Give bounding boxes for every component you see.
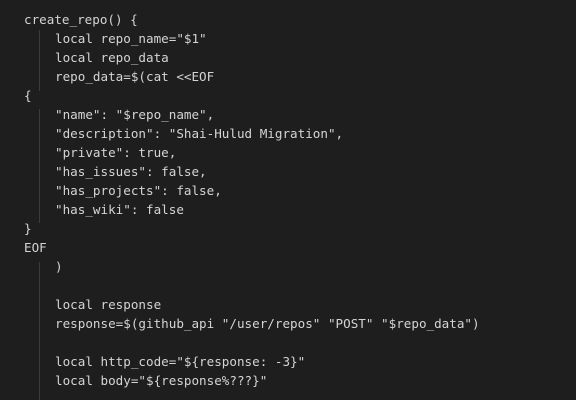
- code-line: "has_wiki": false: [0, 200, 576, 219]
- code-line-text: "private": true,: [55, 145, 177, 160]
- code-line: EOF: [0, 238, 576, 257]
- code-line: }: [0, 219, 576, 238]
- code-line-text: local http_code="${response: -3}": [55, 354, 306, 369]
- code-line-text: ): [55, 259, 63, 274]
- code-line-text: "name": "$repo_name",: [55, 107, 215, 122]
- code-line-text: create_repo() {: [24, 12, 138, 27]
- code-line: "has_issues": false,: [0, 162, 576, 181]
- code-line: "private": true,: [0, 143, 576, 162]
- code-line-text: }: [24, 221, 32, 236]
- code-line: local body="${response%???}": [0, 371, 576, 390]
- code-line-text: local body="${response%???}": [55, 373, 268, 388]
- code-line-text: local response: [55, 297, 162, 312]
- code-line-text: {: [24, 88, 32, 103]
- code-line-text: "has_wiki": false: [55, 202, 184, 217]
- code-line-text: local repo_data: [55, 50, 169, 65]
- code-line: local repo_name="$1": [0, 29, 576, 48]
- code-line: response=$(github_api "/user/repos" "POS…: [0, 314, 576, 333]
- code-editor[interactable]: create_repo() { local repo_name="$1" loc…: [0, 0, 576, 400]
- code-line: create_repo() {: [0, 10, 576, 29]
- code-line-text: EOF: [24, 240, 47, 255]
- code-content[interactable]: create_repo() { local repo_name="$1" loc…: [0, 10, 576, 390]
- code-line: repo_data=$(cat <<EOF: [0, 67, 576, 86]
- code-line-text: "has_projects": false,: [55, 183, 222, 198]
- code-line-text: repo_data=$(cat <<EOF: [55, 69, 215, 84]
- code-line: {: [0, 86, 576, 105]
- code-line-text: response=$(github_api "/user/repos" "POS…: [55, 316, 480, 331]
- code-line: "name": "$repo_name",: [0, 105, 576, 124]
- code-line-text: local repo_name="$1": [55, 31, 207, 46]
- code-line: ): [0, 257, 576, 276]
- code-line-text: "description": "Shai-Hulud Migration",: [55, 126, 344, 141]
- code-line-text: "has_issues": false,: [55, 164, 207, 179]
- code-line: local repo_data: [0, 48, 576, 67]
- code-line: local http_code="${response: -3}": [0, 352, 576, 371]
- code-line: "description": "Shai-Hulud Migration",: [0, 124, 576, 143]
- code-line: local response: [0, 295, 576, 314]
- code-line: "has_projects": false,: [0, 181, 576, 200]
